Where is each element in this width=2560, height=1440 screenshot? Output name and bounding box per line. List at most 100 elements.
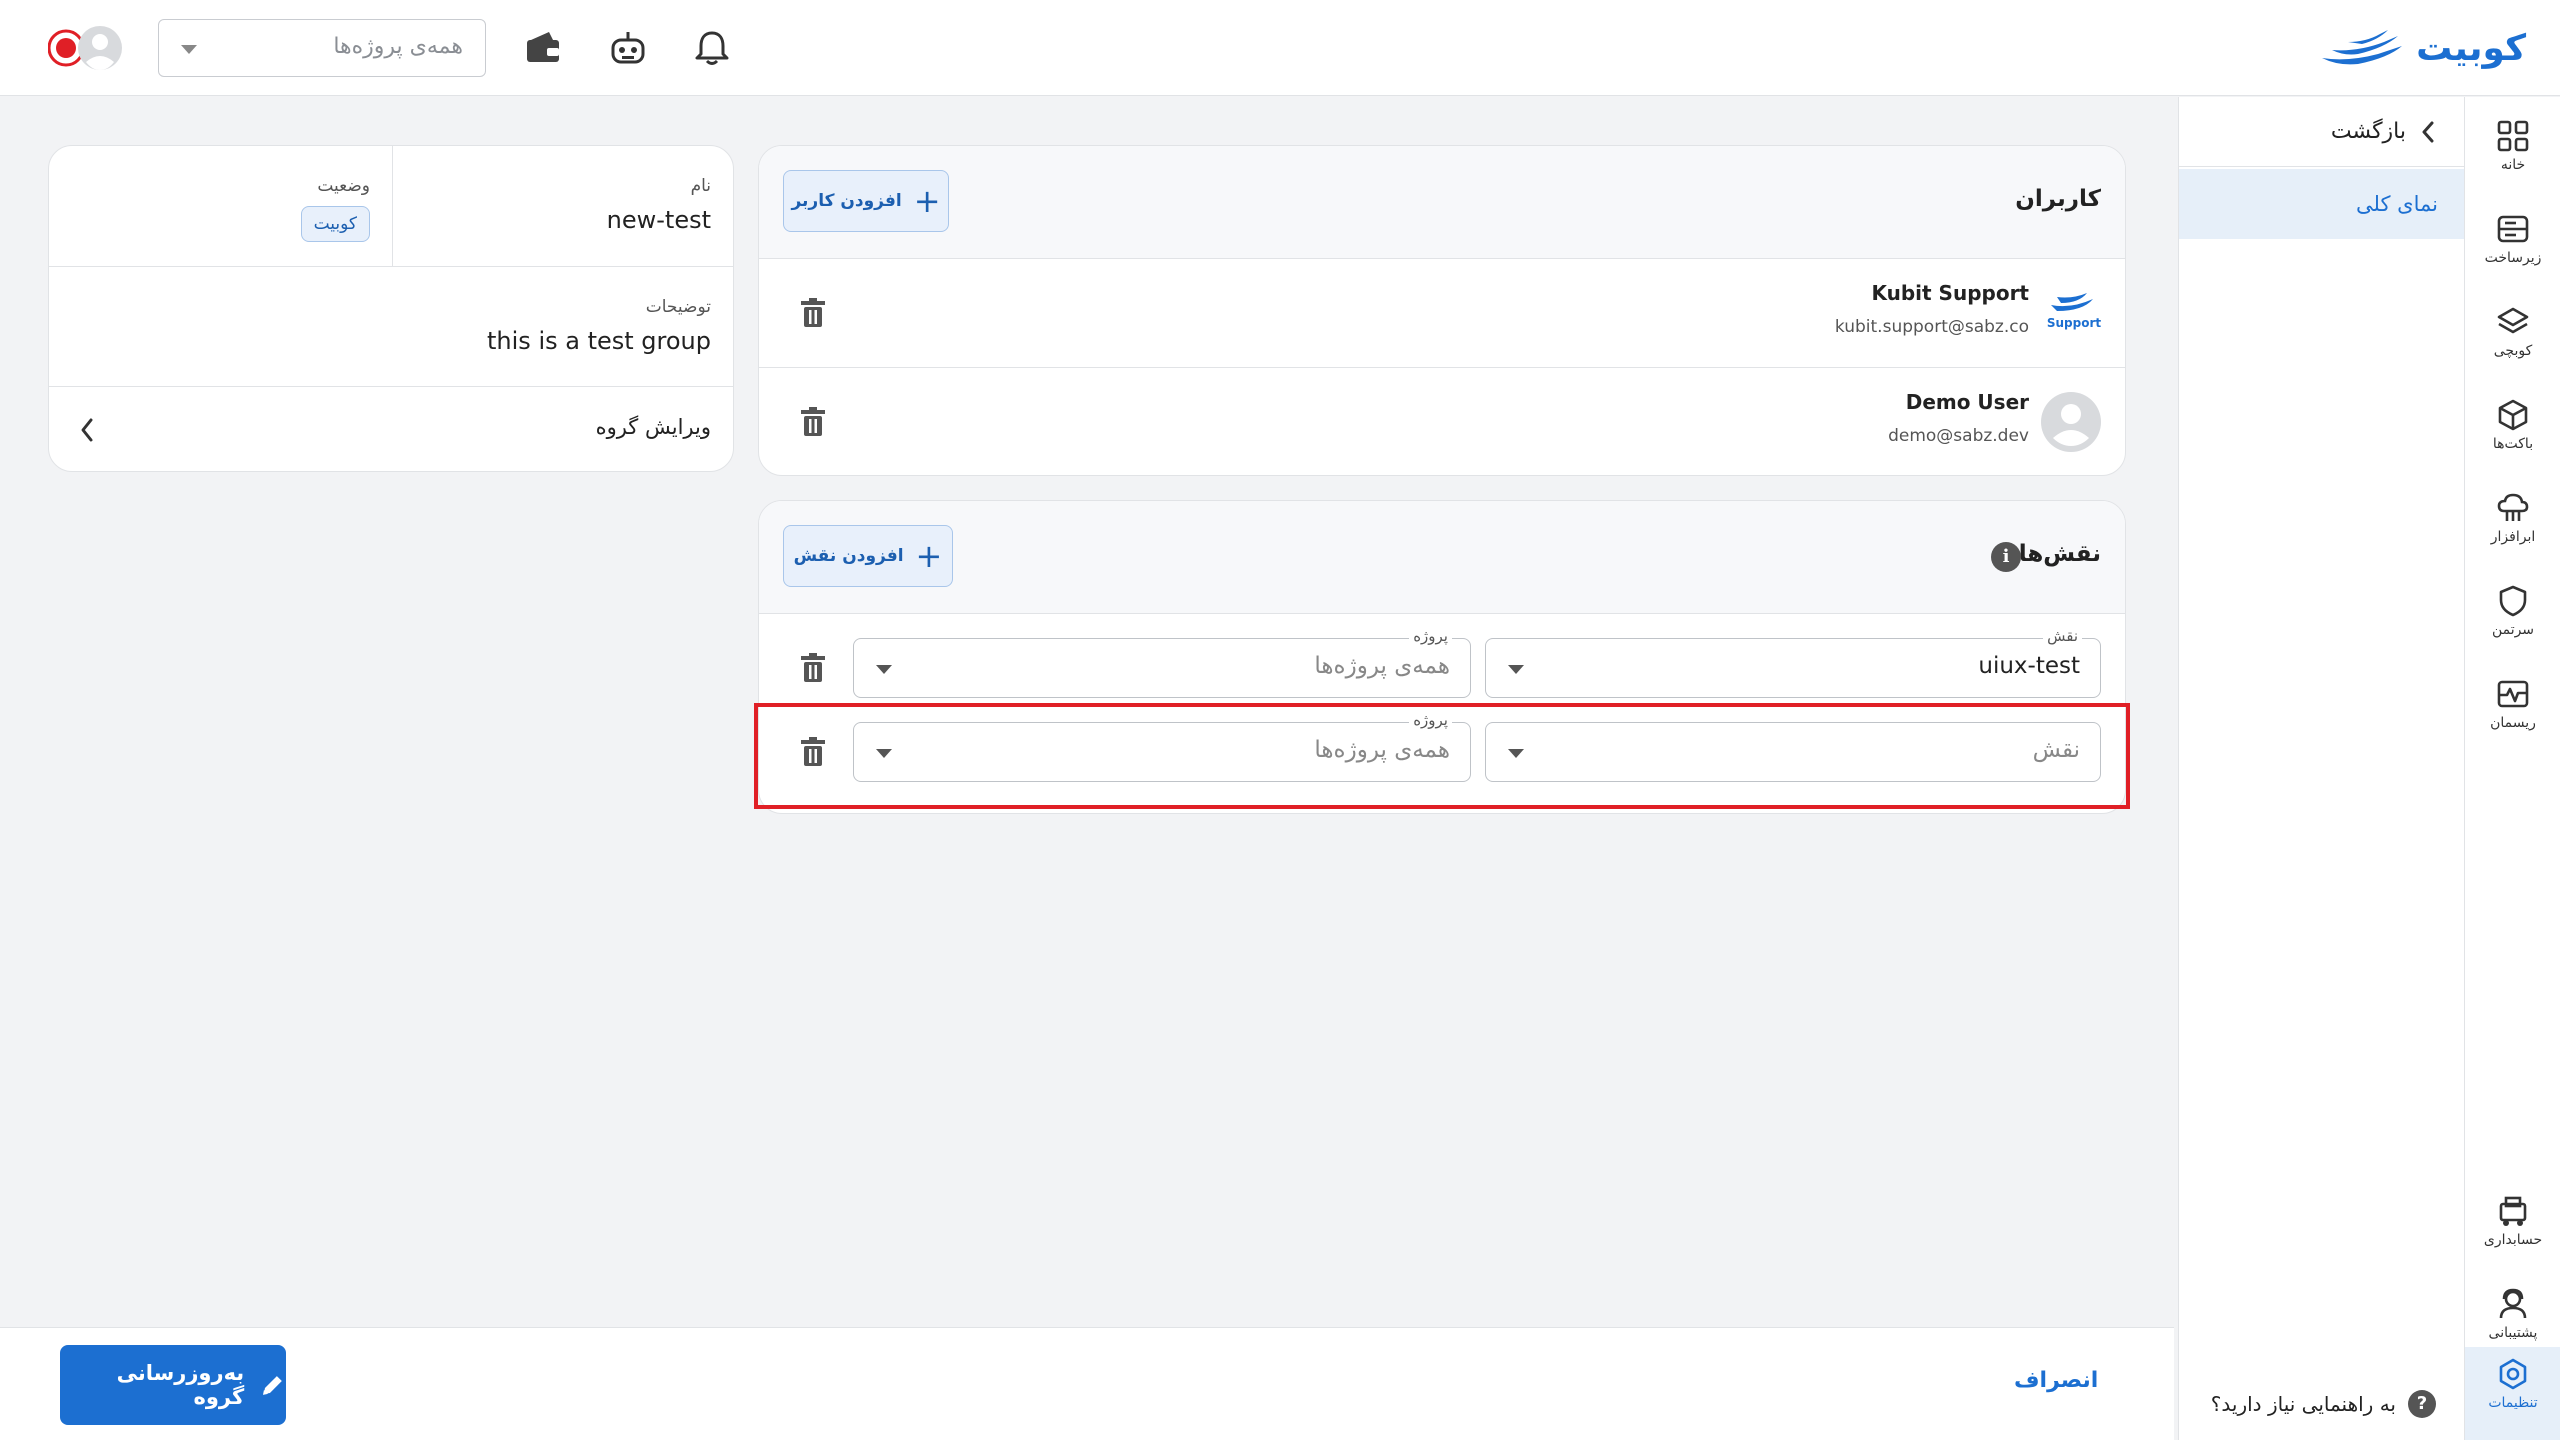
support-icon	[2499, 1288, 2527, 1319]
account-menu[interactable]	[47, 24, 124, 72]
group-description-cell: توضیحات this is a test group	[49, 267, 733, 387]
brand-logo[interactable]: کوبیت	[2318, 24, 2526, 72]
chevron-left-icon	[2422, 121, 2434, 142]
update-group-button[interactable]: به‌روزرسانی گروه	[60, 1345, 286, 1425]
info-icon[interactable]: i	[1991, 542, 2021, 572]
delete-user-icon[interactable]	[799, 407, 827, 437]
sidebar-item-label: کوبچی	[2493, 343, 2533, 359]
top-bar: کوبیت همه‌ی پروژه‌ها	[0, 0, 2560, 96]
cancel-button[interactable]: انصراف	[2014, 1368, 2098, 1393]
user-name: Demo User	[1905, 390, 2029, 414]
delete-user-icon[interactable]	[799, 298, 827, 328]
robot-icon[interactable]	[608, 28, 648, 68]
add-role-label: افزودن نقش	[793, 546, 904, 566]
sidebar-item-label: سرتمن	[2491, 622, 2535, 638]
chevron-down-icon	[876, 665, 892, 674]
status-badge: کوبیت	[300, 206, 370, 242]
sidebar-item-label: خانه	[2500, 157, 2526, 173]
group-name-label: نام	[690, 176, 711, 196]
add-role-button[interactable]: + افزودن نقش	[783, 525, 953, 587]
layers-icon	[2497, 307, 2529, 334]
main-sidebar: خانه زیرساخت کوبچی باکت‌ها ابرافزار سرتم…	[2464, 97, 2560, 1440]
project-select-placeholder: همه‌ی پروژه‌ها	[333, 34, 463, 59]
group-name-cell: نام new-test	[392, 146, 733, 267]
plus-icon: +	[913, 182, 941, 220]
role-select-label: نقش	[2043, 627, 2082, 645]
support-avatar-text: Support	[2047, 316, 2101, 330]
sidebar-item-risman[interactable]: ریسمان	[2465, 667, 2560, 747]
chevron-down-icon	[1508, 665, 1524, 674]
subnav-item-overview[interactable]: نمای کلی	[2179, 169, 2464, 239]
role-select[interactable]: نقش uiux-test	[1485, 627, 2101, 698]
group-status-cell: وضعیت کوبیت	[49, 146, 394, 267]
sidebar-item-infrastructure[interactable]: زیرساخت	[2465, 202, 2560, 282]
brand-name: کوبیت	[2416, 27, 2526, 69]
plus-icon: +	[915, 537, 943, 575]
add-user-label: افزودن کاربر	[791, 191, 902, 211]
project-select[interactable]: همه‌ی پروژه‌ها	[158, 19, 486, 77]
users-card: کاربران + افزودن کاربر Support Kubit Sup…	[758, 145, 2126, 476]
users-card-title: کاربران	[2015, 186, 2101, 212]
update-group-label: به‌روزرسانی گروه	[116, 1361, 245, 1409]
edit-group-label: ویرایش گروه	[595, 415, 711, 439]
help-label: به راهنمایی نیاز دارید؟	[2210, 1392, 2396, 1416]
support-avatar: Support	[2047, 289, 2101, 333]
avatar	[2041, 392, 2101, 452]
pulse-icon	[2497, 680, 2529, 708]
sidebar-item-label: ابرافزار	[2490, 529, 2536, 545]
user-email: demo@sabz.dev	[1888, 426, 2029, 446]
sidebar-item-settings[interactable]: تنظیمات	[2465, 1347, 2560, 1440]
kubit-logo-icon	[2322, 30, 2403, 65]
sidebar-item-label: ریسمان	[2490, 715, 2536, 731]
roles-card-header: نقش‌ها i + افزودن نقش	[759, 501, 2125, 614]
group-status-label: وضعیت	[317, 176, 370, 196]
bell-icon[interactable]	[692, 28, 732, 68]
pencil-icon	[263, 1376, 283, 1395]
group-description-value: this is a test group	[487, 327, 711, 355]
sidebar-item-label: تنظیمات	[2488, 1395, 2538, 1411]
question-icon: ?	[2408, 1390, 2436, 1418]
delete-role-icon[interactable]	[799, 653, 827, 683]
sidebar-item-billing[interactable]: حسابداری	[2465, 1184, 2560, 1264]
sidebar-item-home[interactable]: خانه	[2465, 109, 2560, 189]
user-row: Demo User demo@sabz.dev	[759, 368, 2125, 475]
shield-icon	[2499, 585, 2527, 617]
edit-group-link[interactable]: ویرایش گروه	[49, 387, 733, 471]
project-select-label: پروژه	[1409, 627, 1452, 645]
project-select[interactable]: پروژه همه‌ی پروژه‌ها	[853, 627, 1471, 698]
group-description-label: توضیحات	[645, 297, 711, 317]
grid-icon	[2497, 120, 2529, 152]
settings-icon	[2499, 1358, 2527, 1390]
help-link[interactable]: به راهنمایی نیاز دارید؟ ?	[2211, 1390, 2436, 1418]
sidebar-item-label: حسابداری	[2483, 1232, 2543, 1248]
group-info-card: نام new-test وضعیت کوبیت توضیحات this is…	[48, 145, 734, 472]
project-select-value: همه‌ی پروژه‌ها	[1314, 653, 1450, 679]
group-name-value: new-test	[606, 206, 711, 234]
user-name: Kubit Support	[1871, 281, 2029, 305]
roles-card-title: نقش‌ها	[2018, 541, 2101, 567]
sidebar-item-kubchi[interactable]: کوبچی	[2465, 295, 2560, 375]
server-icon	[2497, 215, 2529, 243]
user-row: Support Kubit Support kubit.support@sabz…	[759, 259, 2125, 368]
sidebar-item-label: زیرساخت	[2484, 250, 2542, 266]
sidebar-item-label: باکت‌ها	[2492, 436, 2534, 452]
back-label: بازگشت	[2330, 119, 2406, 144]
role-select-value: uiux-test	[1978, 653, 2080, 679]
chevron-down-icon	[181, 45, 197, 54]
sidebar-item-cloudapp[interactable]: ابرافزار	[2465, 481, 2560, 561]
users-card-header: کاربران + افزودن کاربر	[759, 146, 2125, 259]
settings-subnav: بازگشت نمای کلی به راهنمایی نیاز دارید؟ …	[2178, 97, 2464, 1440]
cloud-app-icon	[2497, 493, 2529, 521]
back-link[interactable]: بازگشت	[2179, 97, 2464, 167]
sidebar-item-label: پشتیبانی	[2488, 1325, 2538, 1341]
footer-bar: به‌روزرسانی گروه انصراف	[0, 1327, 2174, 1440]
user-email: kubit.support@sabz.co	[1834, 317, 2029, 337]
sidebar-item-support[interactable]: پشتیبانی	[2465, 1277, 2560, 1357]
sidebar-item-sartaman[interactable]: سرتمن	[2465, 574, 2560, 654]
chevron-left-icon	[81, 418, 93, 442]
sidebar-item-buckets[interactable]: باکت‌ها	[2465, 388, 2560, 468]
wallet-icon[interactable]	[523, 28, 563, 68]
subnav-item-label: نمای کلی	[2356, 192, 2438, 216]
add-user-button[interactable]: + افزودن کاربر	[783, 170, 949, 232]
new-role-row-highlight	[754, 703, 2130, 809]
